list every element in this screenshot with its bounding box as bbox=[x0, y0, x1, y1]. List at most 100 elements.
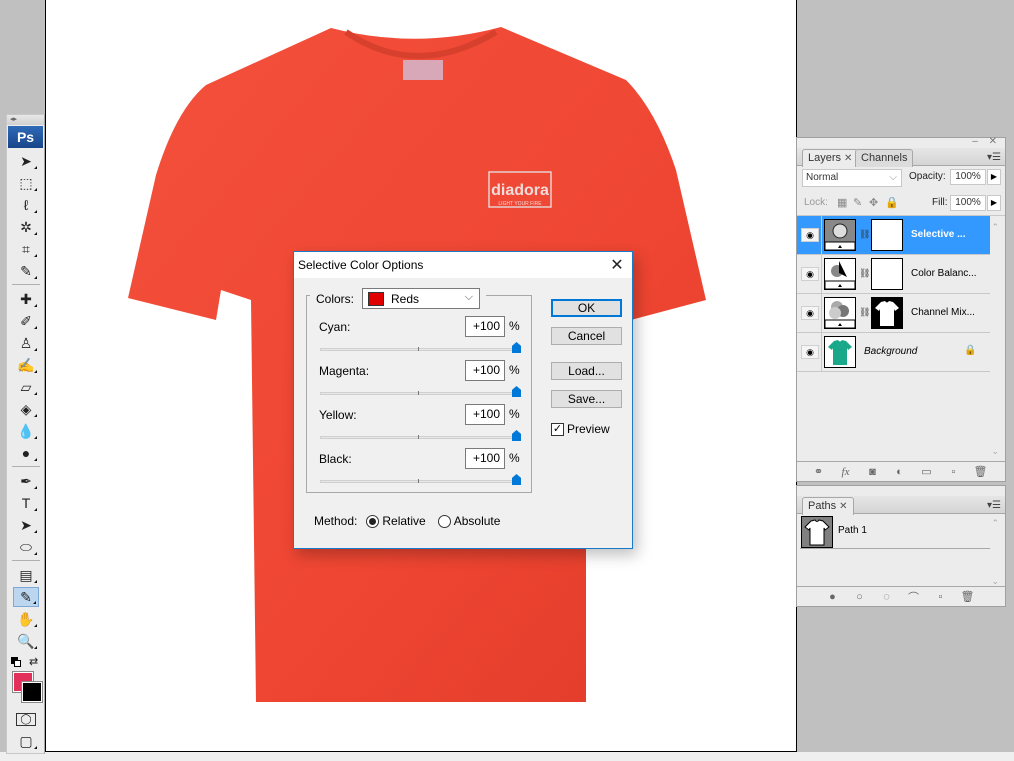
blend-mode-select[interactable]: Normal ⌵ bbox=[802, 169, 902, 187]
shape-tool[interactable]: ⬭ bbox=[13, 537, 39, 557]
healing-brush-tool[interactable]: ✚ bbox=[13, 289, 39, 309]
slider-center-tick bbox=[418, 391, 419, 395]
opacity-input[interactable]: 100% bbox=[950, 169, 986, 185]
layer-row[interactable]: ◉ ⛓ Channel Mix... bbox=[797, 294, 990, 333]
close-icon[interactable]: ✕ bbox=[844, 153, 852, 164]
ok-button[interactable]: OK bbox=[551, 299, 622, 317]
magic-wand-tool[interactable]: ✲ bbox=[13, 217, 39, 237]
crop-icon: ⌗ bbox=[22, 240, 30, 257]
eye-icon[interactable]: ◉ bbox=[801, 306, 819, 320]
notes-tool[interactable]: ▤ bbox=[13, 565, 39, 585]
screen-mode-button[interactable]: ▢ bbox=[13, 731, 39, 751]
link-icon[interactable]: ⛓ bbox=[859, 307, 870, 318]
dodge-tool[interactable]: ● bbox=[13, 443, 39, 463]
quick-mask-button[interactable]: ◯ bbox=[13, 709, 39, 729]
layer-name: Color Balanc... bbox=[911, 268, 977, 279]
method-relative-radio[interactable] bbox=[366, 514, 380, 528]
scroll-up-icon[interactable]: ⌃ bbox=[991, 518, 999, 529]
colors-select[interactable]: Reds ⌵ bbox=[362, 288, 481, 309]
save-button[interactable]: Save... bbox=[551, 390, 622, 408]
clone-stamp-tool[interactable]: ♙ bbox=[13, 333, 39, 353]
method-absolute-radio[interactable] bbox=[437, 514, 451, 528]
cancel-button[interactable]: Cancel bbox=[551, 327, 622, 345]
fill-path-icon[interactable]: ● bbox=[819, 591, 846, 603]
tab-channels[interactable]: Channels bbox=[855, 149, 914, 167]
blur-tool[interactable]: 💧 bbox=[13, 421, 39, 441]
panel-menu-icon[interactable]: ▾☰ bbox=[987, 500, 1001, 511]
pen-tool[interactable]: ✒ bbox=[13, 471, 39, 491]
slider-thumb[interactable] bbox=[512, 342, 521, 353]
link-icon[interactable]: ⛓ bbox=[859, 268, 870, 279]
eye-icon[interactable]: ◉ bbox=[801, 228, 819, 242]
close-icon[interactable]: ✕ bbox=[602, 255, 632, 275]
load-selection-icon[interactable]: ◌ bbox=[873, 591, 900, 603]
screen-mode-icon: ▢ bbox=[19, 732, 33, 749]
history-brush-tool[interactable]: ✍ bbox=[13, 355, 39, 375]
slice-tool[interactable]: ✎ bbox=[13, 261, 39, 281]
layer-row[interactable]: ◉ Background 🔒 bbox=[797, 333, 990, 372]
eyedropper-icon: ✎ bbox=[20, 588, 32, 605]
path-item[interactable]: Path 1 bbox=[800, 515, 990, 549]
type-tool[interactable]: T bbox=[13, 493, 39, 513]
eye-icon[interactable]: ◉ bbox=[801, 267, 819, 281]
stroke-path-icon[interactable]: ○ bbox=[846, 591, 873, 603]
lock-all-icon[interactable]: 🔒 bbox=[885, 196, 899, 209]
slider-value-input[interactable]: +100 bbox=[465, 448, 505, 469]
paint-bucket-tool[interactable]: ◈ bbox=[13, 399, 39, 419]
lasso-tool[interactable]: ℓ bbox=[13, 195, 39, 215]
tab-layers[interactable]: Layers ✕ bbox=[802, 149, 859, 167]
new-group-icon[interactable]: ▭ bbox=[913, 465, 940, 478]
layer-row[interactable]: ◉ ⛓ Selective ... bbox=[797, 216, 990, 255]
layer-mask-thumbnail[interactable] bbox=[871, 219, 903, 251]
dialog-titlebar[interactable]: Selective Color Options ✕ bbox=[294, 252, 632, 278]
load-button[interactable]: Load... bbox=[551, 362, 622, 380]
path-selection-tool[interactable]: ➤ bbox=[13, 515, 39, 535]
add-mask-icon[interactable]: ◙ bbox=[859, 466, 886, 478]
panel-minimize-close-icon[interactable]: – ✕ bbox=[972, 136, 1001, 147]
slider-value-input[interactable]: +100 bbox=[465, 360, 505, 381]
new-layer-icon[interactable]: ▫ bbox=[940, 466, 967, 478]
toolbox-grip[interactable]: ◂▸ bbox=[7, 115, 44, 125]
lock-image-icon[interactable]: ✎ bbox=[853, 196, 862, 209]
layer-mask-thumbnail[interactable] bbox=[871, 258, 903, 290]
link-layers-icon[interactable]: ⚭ bbox=[805, 465, 832, 478]
fill-input[interactable]: 100% bbox=[950, 195, 986, 211]
eraser-tool[interactable]: ▱ bbox=[13, 377, 39, 397]
slider-value-input[interactable]: +100 bbox=[465, 404, 505, 425]
eyedropper-tool[interactable]: ✎ bbox=[13, 587, 39, 607]
preview-checkbox[interactable]: ✓ bbox=[551, 422, 564, 436]
slider-value-input[interactable]: +100 bbox=[465, 316, 505, 337]
default-colors-icon[interactable] bbox=[11, 657, 21, 667]
scroll-up-icon[interactable]: ⌃ bbox=[991, 222, 999, 233]
crop-tool[interactable]: ⌗ bbox=[13, 239, 39, 259]
layer-mask-thumbnail[interactable] bbox=[871, 297, 903, 329]
layer-row[interactable]: ◉ ⛓ Color Balanc... bbox=[797, 255, 990, 294]
new-path-icon[interactable]: ▫ bbox=[927, 591, 954, 603]
close-icon[interactable]: ✕ bbox=[839, 501, 847, 512]
scroll-down-icon[interactable]: ⌄ bbox=[991, 446, 999, 457]
trash-icon[interactable]: 🗑 bbox=[954, 590, 981, 603]
background-color-swatch[interactable] bbox=[21, 681, 43, 703]
layer-style-fx-icon[interactable]: fx bbox=[832, 466, 859, 478]
ps-logo[interactable]: Ps bbox=[8, 126, 43, 148]
hand-tool[interactable]: ✋ bbox=[13, 609, 39, 629]
zoom-tool[interactable]: 🔍 bbox=[13, 631, 39, 651]
tab-paths[interactable]: Paths ✕ bbox=[802, 497, 854, 515]
slider-thumb[interactable] bbox=[512, 386, 521, 397]
move-tool[interactable]: ➤ bbox=[13, 151, 39, 171]
make-work-path-icon[interactable]: ⌒ bbox=[900, 589, 927, 605]
marquee-tool[interactable]: ⬚ bbox=[13, 173, 39, 193]
fill-arrow-icon[interactable]: ▶ bbox=[987, 195, 1001, 211]
trash-icon[interactable]: 🗑 bbox=[967, 465, 994, 478]
brush-tool[interactable]: ✐ bbox=[13, 311, 39, 331]
eye-icon[interactable]: ◉ bbox=[801, 345, 819, 359]
swap-colors-icon[interactable]: ⇄ bbox=[29, 655, 38, 668]
slider-thumb[interactable] bbox=[512, 430, 521, 441]
adjustment-layer-icon[interactable]: ◐ bbox=[886, 466, 913, 478]
link-icon[interactable]: ⛓ bbox=[859, 229, 870, 240]
opacity-arrow-icon[interactable]: ▶ bbox=[987, 169, 1001, 185]
lock-transparency-icon[interactable]: ▦ bbox=[837, 196, 847, 209]
slider-thumb[interactable] bbox=[512, 474, 521, 485]
lock-position-icon[interactable]: ✥ bbox=[869, 196, 878, 209]
panel-menu-icon[interactable]: ▾☰ bbox=[987, 152, 1001, 163]
